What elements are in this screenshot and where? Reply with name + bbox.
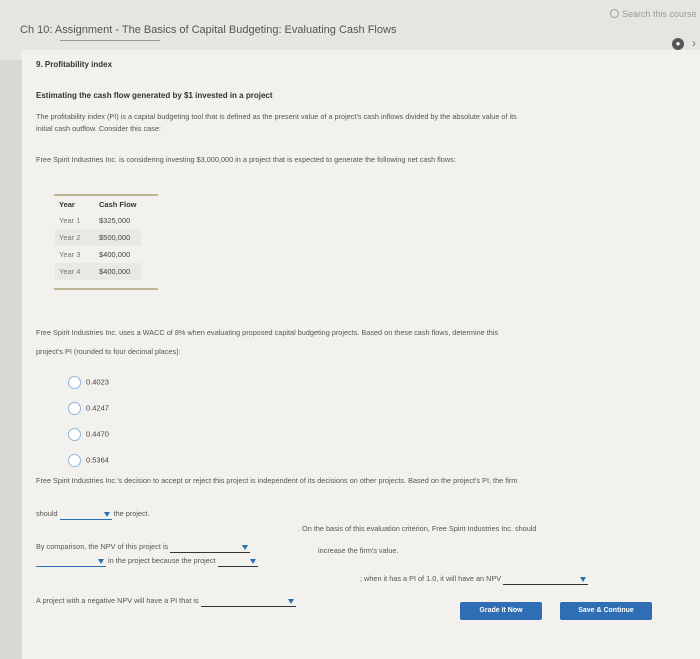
decision-line-1: Free Spirit Industries Inc.'s decision t… — [36, 476, 518, 485]
title-progress-line — [60, 40, 160, 41]
dropdown-arrow-icon — [580, 577, 587, 582]
radio-button[interactable] — [68, 454, 81, 467]
npv-line-2: in the project because the project — [36, 555, 258, 567]
wacc-line-2: project's PI (rounded to four decimal pl… — [36, 347, 181, 356]
npv-line-1: By comparison, the NPV of this project i… — [36, 541, 251, 553]
search-icon — [610, 9, 619, 18]
cash-flow-table: Year Cash Flow Year 1 $325,000 Year 2 $5… — [55, 196, 141, 280]
question-title: 9. Profitability index — [36, 60, 113, 69]
option-0-4023[interactable]: 0.4023 — [68, 376, 109, 389]
definition-line-2: initial cash outflow. Consider this case… — [36, 124, 161, 133]
dropdown-arrow-icon — [249, 559, 256, 564]
dropdown-arrow-icon — [98, 559, 104, 564]
question-subheading: Estimating the cash flow generated by $1… — [36, 91, 273, 100]
search-box[interactable]: Search this course — [610, 8, 697, 19]
col-header-year: Year — [59, 199, 75, 209]
grade-it-now-button[interactable]: Grade It Now — [460, 602, 542, 620]
pi-one-line: ; when it has a PI of 1.0, it will have … — [360, 573, 589, 585]
npv-criterion-text: . On the basis of this evaluation criter… — [298, 524, 537, 533]
table-row: Year 2 $500,000 — [55, 229, 141, 246]
table-row: Year 3 $400,000 — [59, 250, 131, 259]
col-header-cash-flow: Cash Flow — [99, 199, 137, 209]
table-bottom-rule — [54, 288, 158, 290]
npv-value-dropdown[interactable] — [503, 575, 589, 585]
assignment-title: Ch 10: Assignment - The Basics of Capita… — [20, 24, 397, 36]
search-placeholder: Search this course — [622, 9, 697, 19]
radio-button[interactable] — [68, 402, 81, 415]
save-continue-button[interactable]: Save & Continue — [560, 602, 652, 620]
pi-range-dropdown[interactable] — [200, 597, 296, 607]
radio-button[interactable] — [68, 376, 81, 389]
wacc-line-1: Free Spirit Industries Inc. uses a WACC … — [36, 328, 499, 337]
dropdown-arrow-icon — [103, 512, 110, 517]
case-text: Free Spirit Industries Inc. is consideri… — [36, 155, 456, 164]
accept-reject-dropdown[interactable] — [59, 510, 112, 520]
npv-sign-dropdown[interactable] — [170, 543, 251, 553]
dropdown-arrow-icon — [287, 599, 294, 604]
decision-line-2: should the project. — [36, 509, 150, 520]
option-0-4247[interactable]: 0.4247 — [68, 402, 109, 415]
definition-line-1: The profitability index (PI) is a capita… — [36, 112, 517, 121]
will-wont-dropdown[interactable] — [217, 557, 258, 567]
info-icon[interactable]: ● — [672, 38, 684, 50]
option-0-4470[interactable]: 0.4470 — [68, 428, 109, 441]
radio-button[interactable] — [68, 428, 81, 441]
chevron-right-icon[interactable]: › — [692, 36, 696, 50]
negative-npv-line: A project with a negative NPV will have … — [36, 595, 296, 607]
table-row: Year 4 $400,000 — [55, 263, 141, 280]
option-0-5364[interactable]: 0.5364 — [68, 454, 109, 467]
dropdown-arrow-icon — [242, 545, 249, 550]
invest-dropdown[interactable] — [36, 557, 106, 567]
table-row: Year 1 $325,000 — [59, 216, 131, 225]
increase-value-text: increase the firm's value. — [318, 546, 399, 555]
